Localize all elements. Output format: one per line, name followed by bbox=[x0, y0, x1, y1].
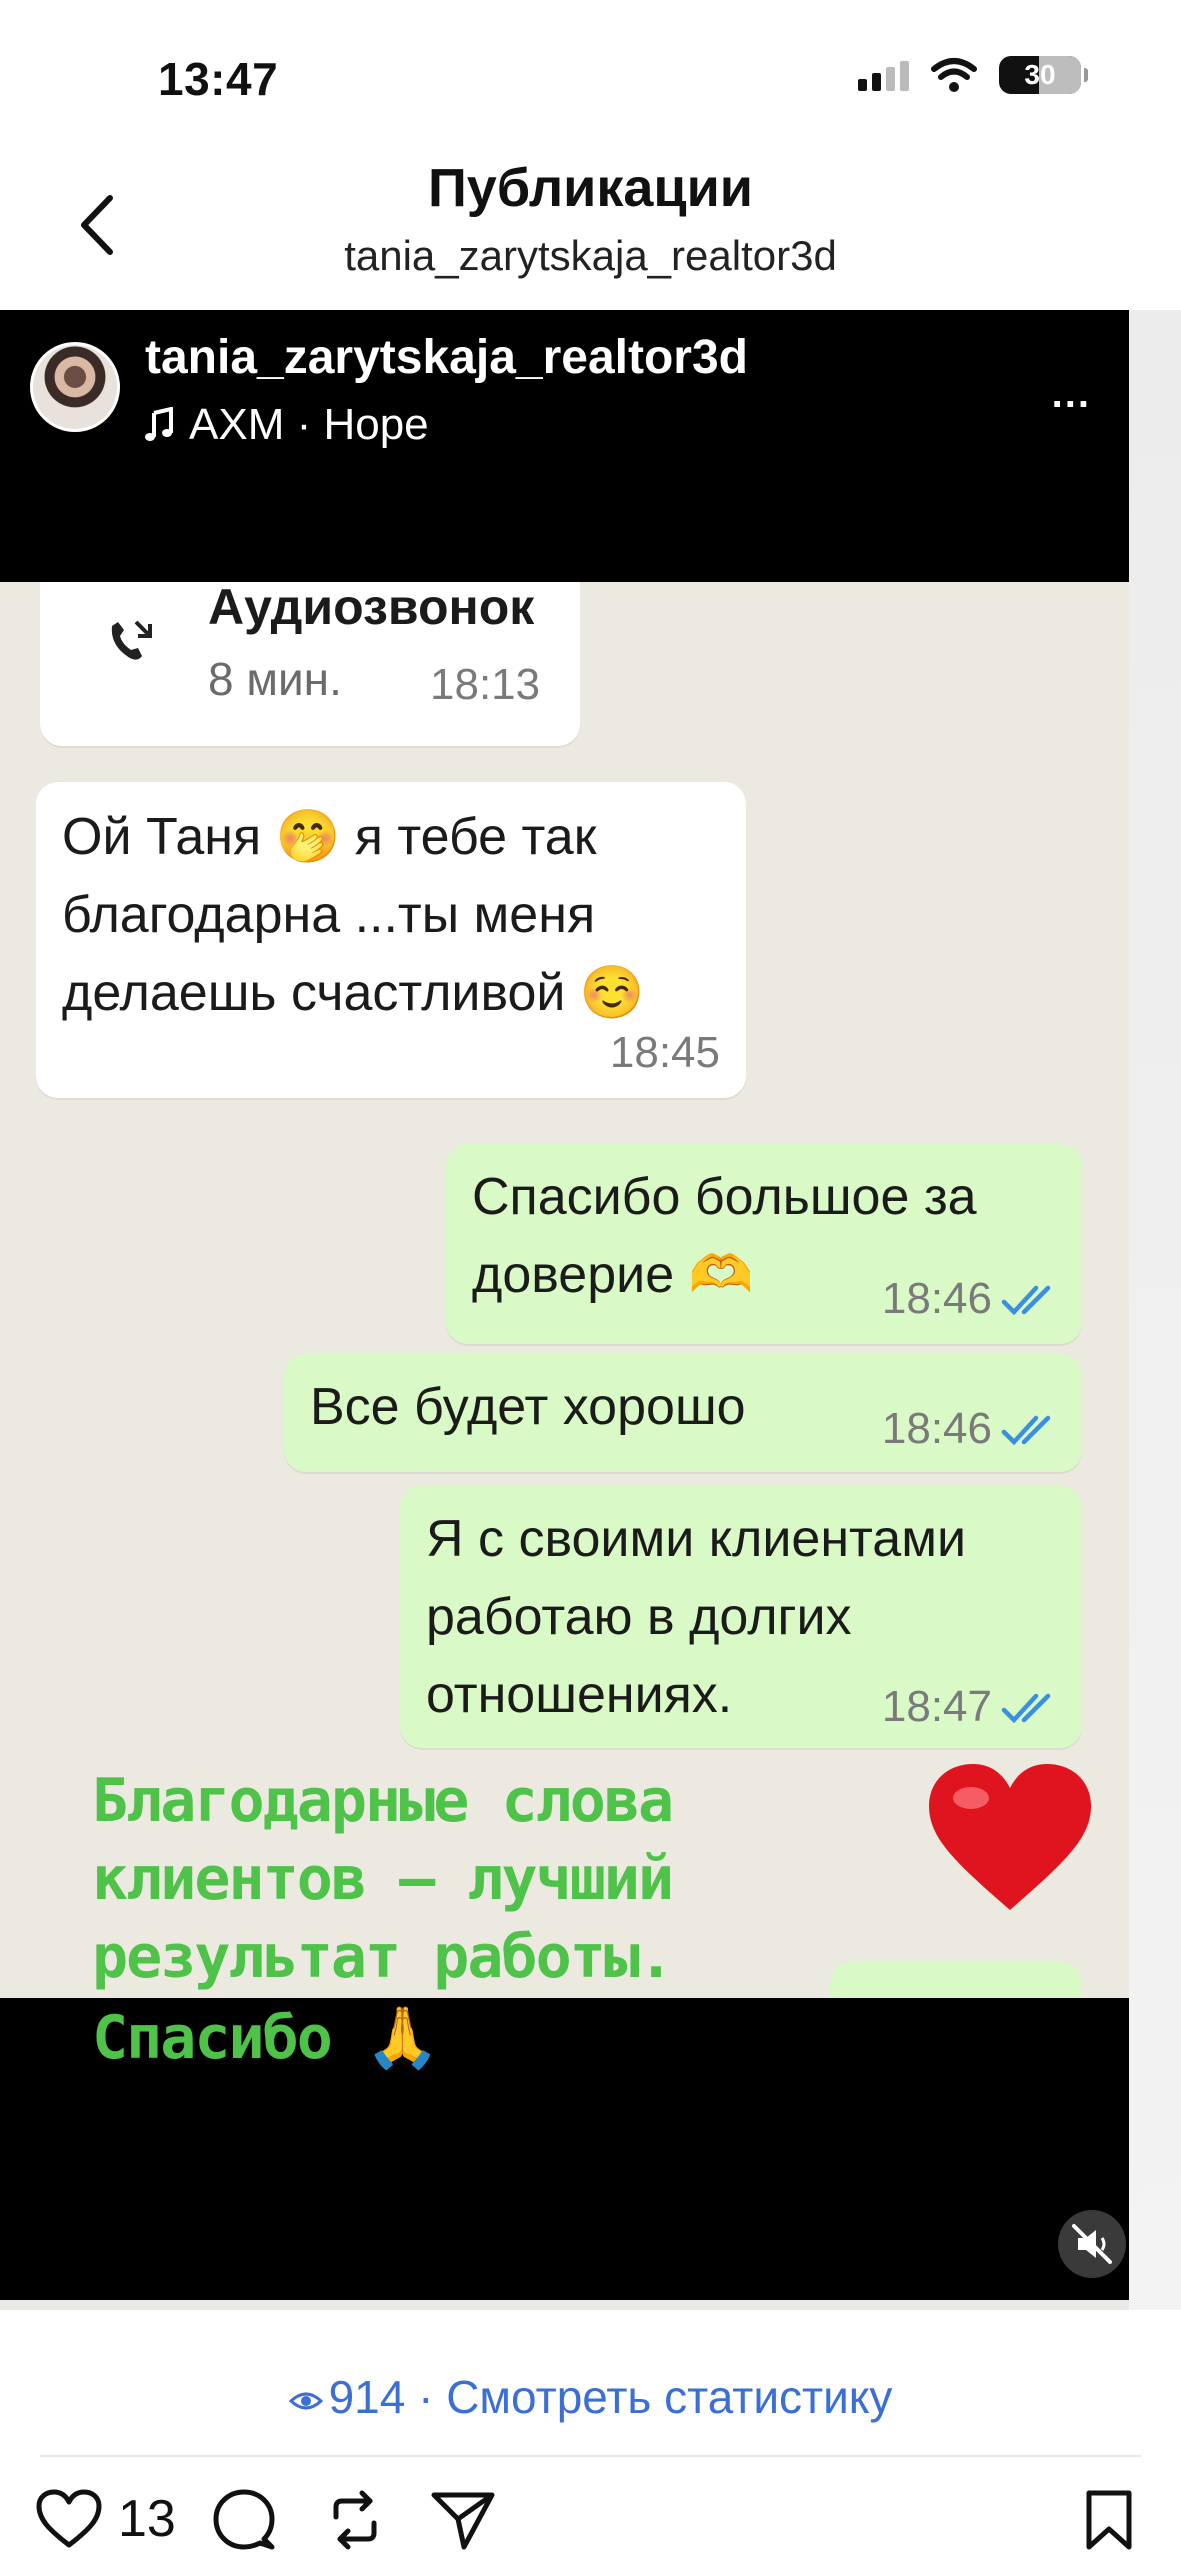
page-title: Публикации bbox=[427, 158, 753, 218]
overlay-line: клиентов — лучший bbox=[92, 1844, 674, 1914]
cellular-signal-icon bbox=[858, 59, 909, 91]
message-line: Ой Таня 🤭 я тебе так bbox=[62, 808, 597, 866]
message-time: 18:45 bbox=[609, 1028, 720, 1077]
overlay-line: Благодарные слова bbox=[92, 1766, 674, 1836]
next-post-edge bbox=[1129, 310, 1181, 2310]
mute-button[interactable] bbox=[1058, 2210, 1126, 2278]
battery-level: 30 bbox=[1024, 59, 1056, 90]
view-count: 914 bbox=[328, 2371, 406, 2423]
message-line: делаешь счастливой ☺️ bbox=[62, 964, 645, 1022]
call-title: Аудиозвонок bbox=[208, 582, 535, 635]
call-time: 18:13 bbox=[430, 660, 541, 709]
double-check-icon bbox=[1001, 1693, 1051, 1724]
call-duration: 8 мин. bbox=[208, 653, 342, 705]
comment-icon[interactable] bbox=[212, 2489, 276, 2551]
post-username[interactable]: tania_zarytskaja_realtor3d bbox=[145, 330, 748, 385]
double-check-icon bbox=[1001, 1415, 1051, 1446]
bookmark-icon[interactable] bbox=[1084, 2489, 1134, 2551]
wifi-icon bbox=[931, 58, 977, 92]
more-options-icon[interactable]: ... bbox=[1052, 372, 1091, 417]
like-count[interactable]: 13 bbox=[118, 2489, 176, 2549]
action-bar: 13 bbox=[0, 2475, 1181, 2560]
overlay-caption: Благодарные слова клиентов — лучший резу… bbox=[92, 1762, 674, 1996]
heart-emoji-icon bbox=[929, 1764, 1091, 1910]
music-note-icon bbox=[145, 407, 173, 441]
message-time: 18:46 bbox=[881, 1274, 992, 1323]
divider bbox=[40, 2455, 1141, 2457]
view-stats-link[interactable]: 914 · Смотреть статистику bbox=[0, 2370, 1181, 2424]
avatar[interactable] bbox=[30, 342, 120, 432]
stats-separator: · bbox=[405, 2371, 447, 2423]
message-status: 18:46 bbox=[882, 1274, 1060, 1324]
status-time: 13:47 bbox=[158, 53, 279, 105]
stats-link-label: Смотреть статистику bbox=[446, 2371, 893, 2423]
share-icon[interactable] bbox=[430, 2489, 496, 2551]
message-outgoing: Я с своими клиентами работаю в долгих от… bbox=[400, 1486, 1082, 1748]
page-subtitle[interactable]: tania_zarytskaja_realtor3d bbox=[0, 232, 1181, 280]
message-line: Я с своими клиентами bbox=[426, 1510, 967, 1568]
message-line: работаю в долгих bbox=[426, 1588, 852, 1646]
call-bubble: Аудиозвонок 8 мин. 18:13 bbox=[40, 582, 580, 746]
eye-icon bbox=[288, 2392, 323, 2410]
post-header-bar: tania_zarytskaja_realtor3d AXM · Hope ..… bbox=[0, 310, 1129, 582]
message-line: Все будет хорошо bbox=[310, 1378, 746, 1436]
battery-icon: 30 bbox=[999, 56, 1088, 94]
message-incoming: Ой Таня 🤭 я тебе так благодарна ...ты ме… bbox=[36, 782, 746, 1098]
message-outgoing: Спасибо большое за доверие 🫶 18:46 bbox=[446, 1144, 1082, 1344]
speaker-muted-icon bbox=[1072, 2224, 1112, 2264]
message-time: 18:47 bbox=[881, 1682, 992, 1731]
message-status: 18:47 bbox=[882, 1682, 1060, 1732]
status-icons: 30 bbox=[858, 56, 1088, 94]
chat-screenshot: Аудиозвонок 8 мин. 18:13 Ой Таня 🤭 я теб… bbox=[0, 582, 1129, 1998]
message-status: 18:46 bbox=[882, 1404, 1060, 1454]
message-outgoing: Все будет хорошо 18:46 bbox=[284, 1354, 1082, 1472]
double-check-icon bbox=[1001, 1285, 1051, 1316]
post-media[interactable]: tania_zarytskaja_realtor3d AXM · Hope ..… bbox=[0, 310, 1181, 2310]
message-time: 18:46 bbox=[881, 1404, 992, 1453]
repost-icon[interactable] bbox=[324, 2489, 386, 2551]
missed-call-icon bbox=[111, 620, 152, 660]
music-label: AXM · Hope bbox=[189, 400, 429, 449]
overlay-line: результат работы. bbox=[92, 1922, 674, 1992]
post-music[interactable]: AXM · Hope bbox=[145, 400, 429, 450]
message-line: Спасибо большое за bbox=[472, 1168, 977, 1226]
message-outgoing-partial bbox=[830, 1962, 1082, 1998]
message-line: благодарна ...ты меня bbox=[62, 886, 596, 944]
heart-icon[interactable] bbox=[36, 2489, 102, 2549]
overlay-caption-last: Спасибо 🙏 bbox=[92, 2003, 440, 2073]
